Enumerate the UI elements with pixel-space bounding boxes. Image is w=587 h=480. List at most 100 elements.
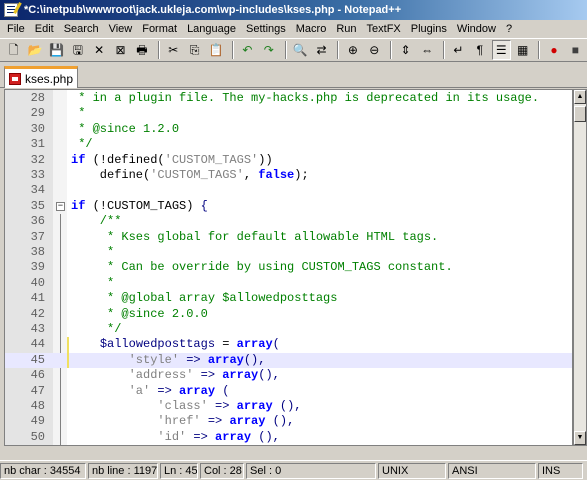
code-line[interactable]: 41 * @global array $allowedposttags bbox=[5, 291, 572, 306]
fold-toggle-icon[interactable]: − bbox=[56, 201, 65, 211]
zoom-in-icon[interactable]: ⊕ bbox=[343, 40, 362, 60]
code-line[interactable]: 48 'class' => array (), bbox=[5, 399, 572, 414]
code-token: 'title' bbox=[157, 445, 207, 446]
menu-window[interactable]: Window bbox=[452, 23, 501, 35]
code-token: if bbox=[71, 152, 86, 167]
code-line[interactable]: 42 * @since 2.0.0 bbox=[5, 306, 572, 322]
line-code: define('CUSTOM_TAGS', false); bbox=[71, 168, 309, 183]
paste-icon[interactable]: 📋 bbox=[206, 40, 225, 60]
code-token: (), bbox=[251, 429, 280, 444]
cut-icon[interactable]: ✂ bbox=[164, 40, 183, 60]
code-token: => bbox=[207, 399, 237, 413]
new-file-icon[interactable]: 🗋 bbox=[4, 40, 23, 60]
code-line[interactable]: 50 'id' => array (), bbox=[5, 429, 572, 445]
line-code: * in a plugin file. The my-hacks.php is … bbox=[71, 91, 539, 106]
menu-file[interactable]: File bbox=[2, 23, 30, 35]
code-line[interactable]: 31 */ bbox=[5, 137, 572, 152]
menu-edit[interactable]: Edit bbox=[30, 23, 59, 35]
line-number: 50 bbox=[30, 429, 45, 444]
line-number: 36 bbox=[30, 214, 45, 229]
line-code: if (!CUSTOM_TAGS) { bbox=[71, 199, 208, 214]
code-line[interactable]: 37 * Kses global for default allowable H… bbox=[5, 230, 572, 245]
menu-view[interactable]: View bbox=[104, 23, 138, 35]
code-token: 'id' bbox=[157, 429, 187, 444]
line-number: 39 bbox=[30, 260, 45, 275]
title-bar[interactable]: *C:\inetpub\wwwroot\jack.ukleja.com\wp-i… bbox=[0, 0, 587, 20]
tab-kses-php[interactable]: kses.php bbox=[4, 66, 78, 88]
menu-language[interactable]: Language bbox=[182, 23, 241, 35]
find-icon[interactable]: 🔍 bbox=[291, 40, 310, 60]
replace-icon[interactable]: ⇄ bbox=[312, 40, 331, 60]
code-line[interactable]: 28 * in a plugin file. The my-hacks.php … bbox=[5, 91, 572, 106]
line-number: 44 bbox=[30, 337, 45, 352]
save-all-icon[interactable]: 🖫 bbox=[68, 40, 87, 60]
code-token: array bbox=[236, 399, 273, 413]
redo-icon[interactable]: ↷ bbox=[259, 40, 278, 60]
code-line[interactable]: 47 'a' => array ( bbox=[5, 384, 572, 399]
code-line[interactable]: 46 'address' => array(), bbox=[5, 368, 572, 383]
code-line[interactable]: 49 'href' => array (), bbox=[5, 414, 572, 429]
indent-guide-icon[interactable]: ☰ bbox=[491, 40, 511, 60]
code-token: array bbox=[237, 445, 273, 446]
code-token: (), bbox=[258, 368, 280, 383]
code-line[interactable]: 51 'title' => array (), bbox=[5, 445, 573, 446]
menu-macro[interactable]: Macro bbox=[291, 23, 332, 35]
vertical-scrollbar[interactable]: ▲ ▼ bbox=[573, 89, 587, 446]
line-number: 42 bbox=[30, 306, 45, 321]
scroll-thumb[interactable] bbox=[574, 106, 586, 122]
scroll-down-button[interactable]: ▼ bbox=[574, 431, 586, 445]
sync-v-icon[interactable]: ⇕ bbox=[396, 40, 415, 60]
code-editor[interactable]: 28 * in a plugin file. The my-hacks.php … bbox=[4, 89, 573, 446]
code-line[interactable]: 32 if (!defined('CUSTOM_TAGS')) bbox=[5, 152, 572, 168]
menu-run[interactable]: Run bbox=[331, 23, 361, 35]
code-token: * in a plugin file. The my-hacks.php is … bbox=[71, 91, 540, 105]
code-line[interactable]: 38 * bbox=[5, 245, 572, 260]
menu-help[interactable]: ? bbox=[501, 23, 517, 35]
zoom-out-icon[interactable]: ⊖ bbox=[365, 40, 384, 60]
print-icon[interactable]: 🖶 bbox=[132, 40, 151, 60]
code-line[interactable]: 36 /** bbox=[5, 214, 572, 229]
code-line[interactable]: 30 * @since 1.2.0 bbox=[5, 122, 572, 137]
menu-search[interactable]: Search bbox=[59, 23, 104, 35]
wrap-icon[interactable]: ↵ bbox=[449, 40, 468, 60]
menu-textfx[interactable]: TextFX bbox=[362, 23, 406, 35]
copy-icon[interactable]: ⎘ bbox=[185, 40, 204, 60]
show-all-chars-icon[interactable]: ¶ bbox=[470, 40, 489, 60]
code-line[interactable]: 33 define('CUSTOM_TAGS', false); bbox=[5, 168, 572, 183]
menu-plugins[interactable]: Plugins bbox=[406, 23, 452, 35]
code-token: (), bbox=[272, 399, 302, 413]
user-lang-icon[interactable]: ▦ bbox=[513, 40, 532, 60]
code-token: (), bbox=[243, 352, 266, 367]
stop-macro-icon[interactable]: ■ bbox=[566, 40, 585, 60]
code-line[interactable]: 34 bbox=[5, 183, 572, 198]
undo-icon[interactable]: ↶ bbox=[238, 40, 257, 60]
record-macro-icon[interactable]: ● bbox=[544, 40, 563, 60]
code-line[interactable]: 39 * Can be override by using CUSTOM_TAG… bbox=[5, 260, 572, 275]
toolbar-separator bbox=[157, 41, 160, 59]
code-line[interactable]: 40 * bbox=[5, 276, 572, 291]
line-code: 'href' => array (), bbox=[71, 414, 294, 429]
sync-h-icon[interactable]: ⇔ bbox=[417, 40, 436, 60]
code-token: => bbox=[186, 429, 216, 444]
toolbar-separator bbox=[284, 41, 287, 59]
save-icon[interactable]: 💾 bbox=[47, 40, 66, 60]
code-line[interactable]: 29 * bbox=[5, 106, 572, 121]
code-token: 'style' bbox=[128, 352, 180, 367]
close-all-icon[interactable]: ⊠ bbox=[111, 40, 130, 60]
code-line[interactable]: 35 − if (!CUSTOM_TAGS) { bbox=[5, 199, 572, 214]
toolbar-separator bbox=[231, 41, 234, 59]
open-file-icon[interactable]: 📂 bbox=[25, 40, 44, 60]
scroll-up-button[interactable]: ▲ bbox=[574, 90, 586, 104]
menu-format[interactable]: Format bbox=[137, 23, 182, 35]
code-line[interactable]: 43 */ bbox=[5, 322, 572, 337]
close-icon[interactable]: ✕ bbox=[90, 40, 109, 60]
code-token: false bbox=[258, 168, 295, 182]
code-token: * @global array $allowedposttags bbox=[71, 291, 338, 306]
line-number: 38 bbox=[30, 245, 45, 259]
line-code: 'a' => array ( bbox=[71, 384, 230, 399]
code-line[interactable]: 45 'style' => array(), bbox=[5, 352, 572, 369]
code-line[interactable]: 44 $allowedposttags = array( bbox=[5, 337, 572, 353]
menu-settings[interactable]: Settings bbox=[241, 23, 291, 35]
